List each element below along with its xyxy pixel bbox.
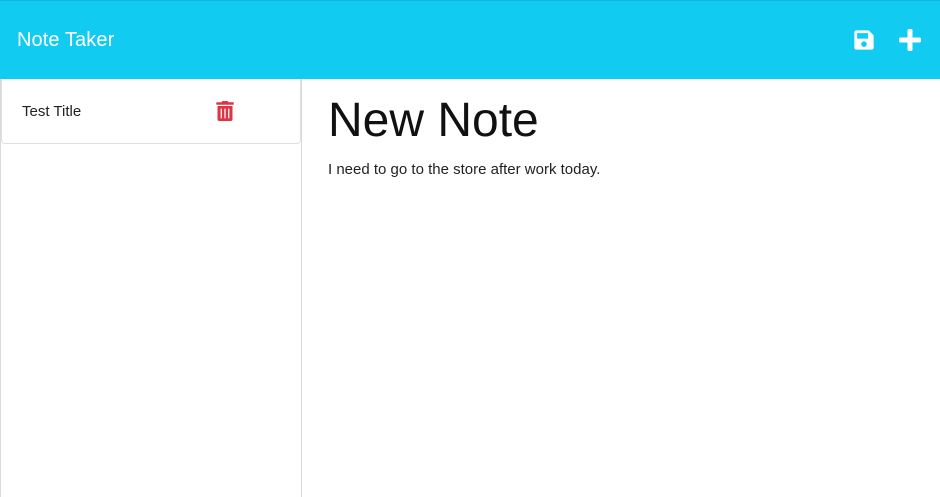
note-sidebar: Test Title [0,79,302,497]
plus-icon[interactable] [896,26,924,54]
note-title-input[interactable] [328,95,914,147]
app-title[interactable]: Note Taker [17,29,114,52]
trash-icon[interactable] [216,100,234,121]
nav-icons [850,26,924,54]
save-icon[interactable] [850,26,878,54]
note-list-title[interactable]: Test Title [22,103,81,120]
navbar: Note Taker [0,0,940,79]
note-list: Test Title [1,79,301,144]
note-editor: I need to go to the store after work tod… [302,79,940,497]
note-body-textarea[interactable]: I need to go to the store after work tod… [328,161,914,461]
list-item[interactable]: Test Title [1,79,301,144]
